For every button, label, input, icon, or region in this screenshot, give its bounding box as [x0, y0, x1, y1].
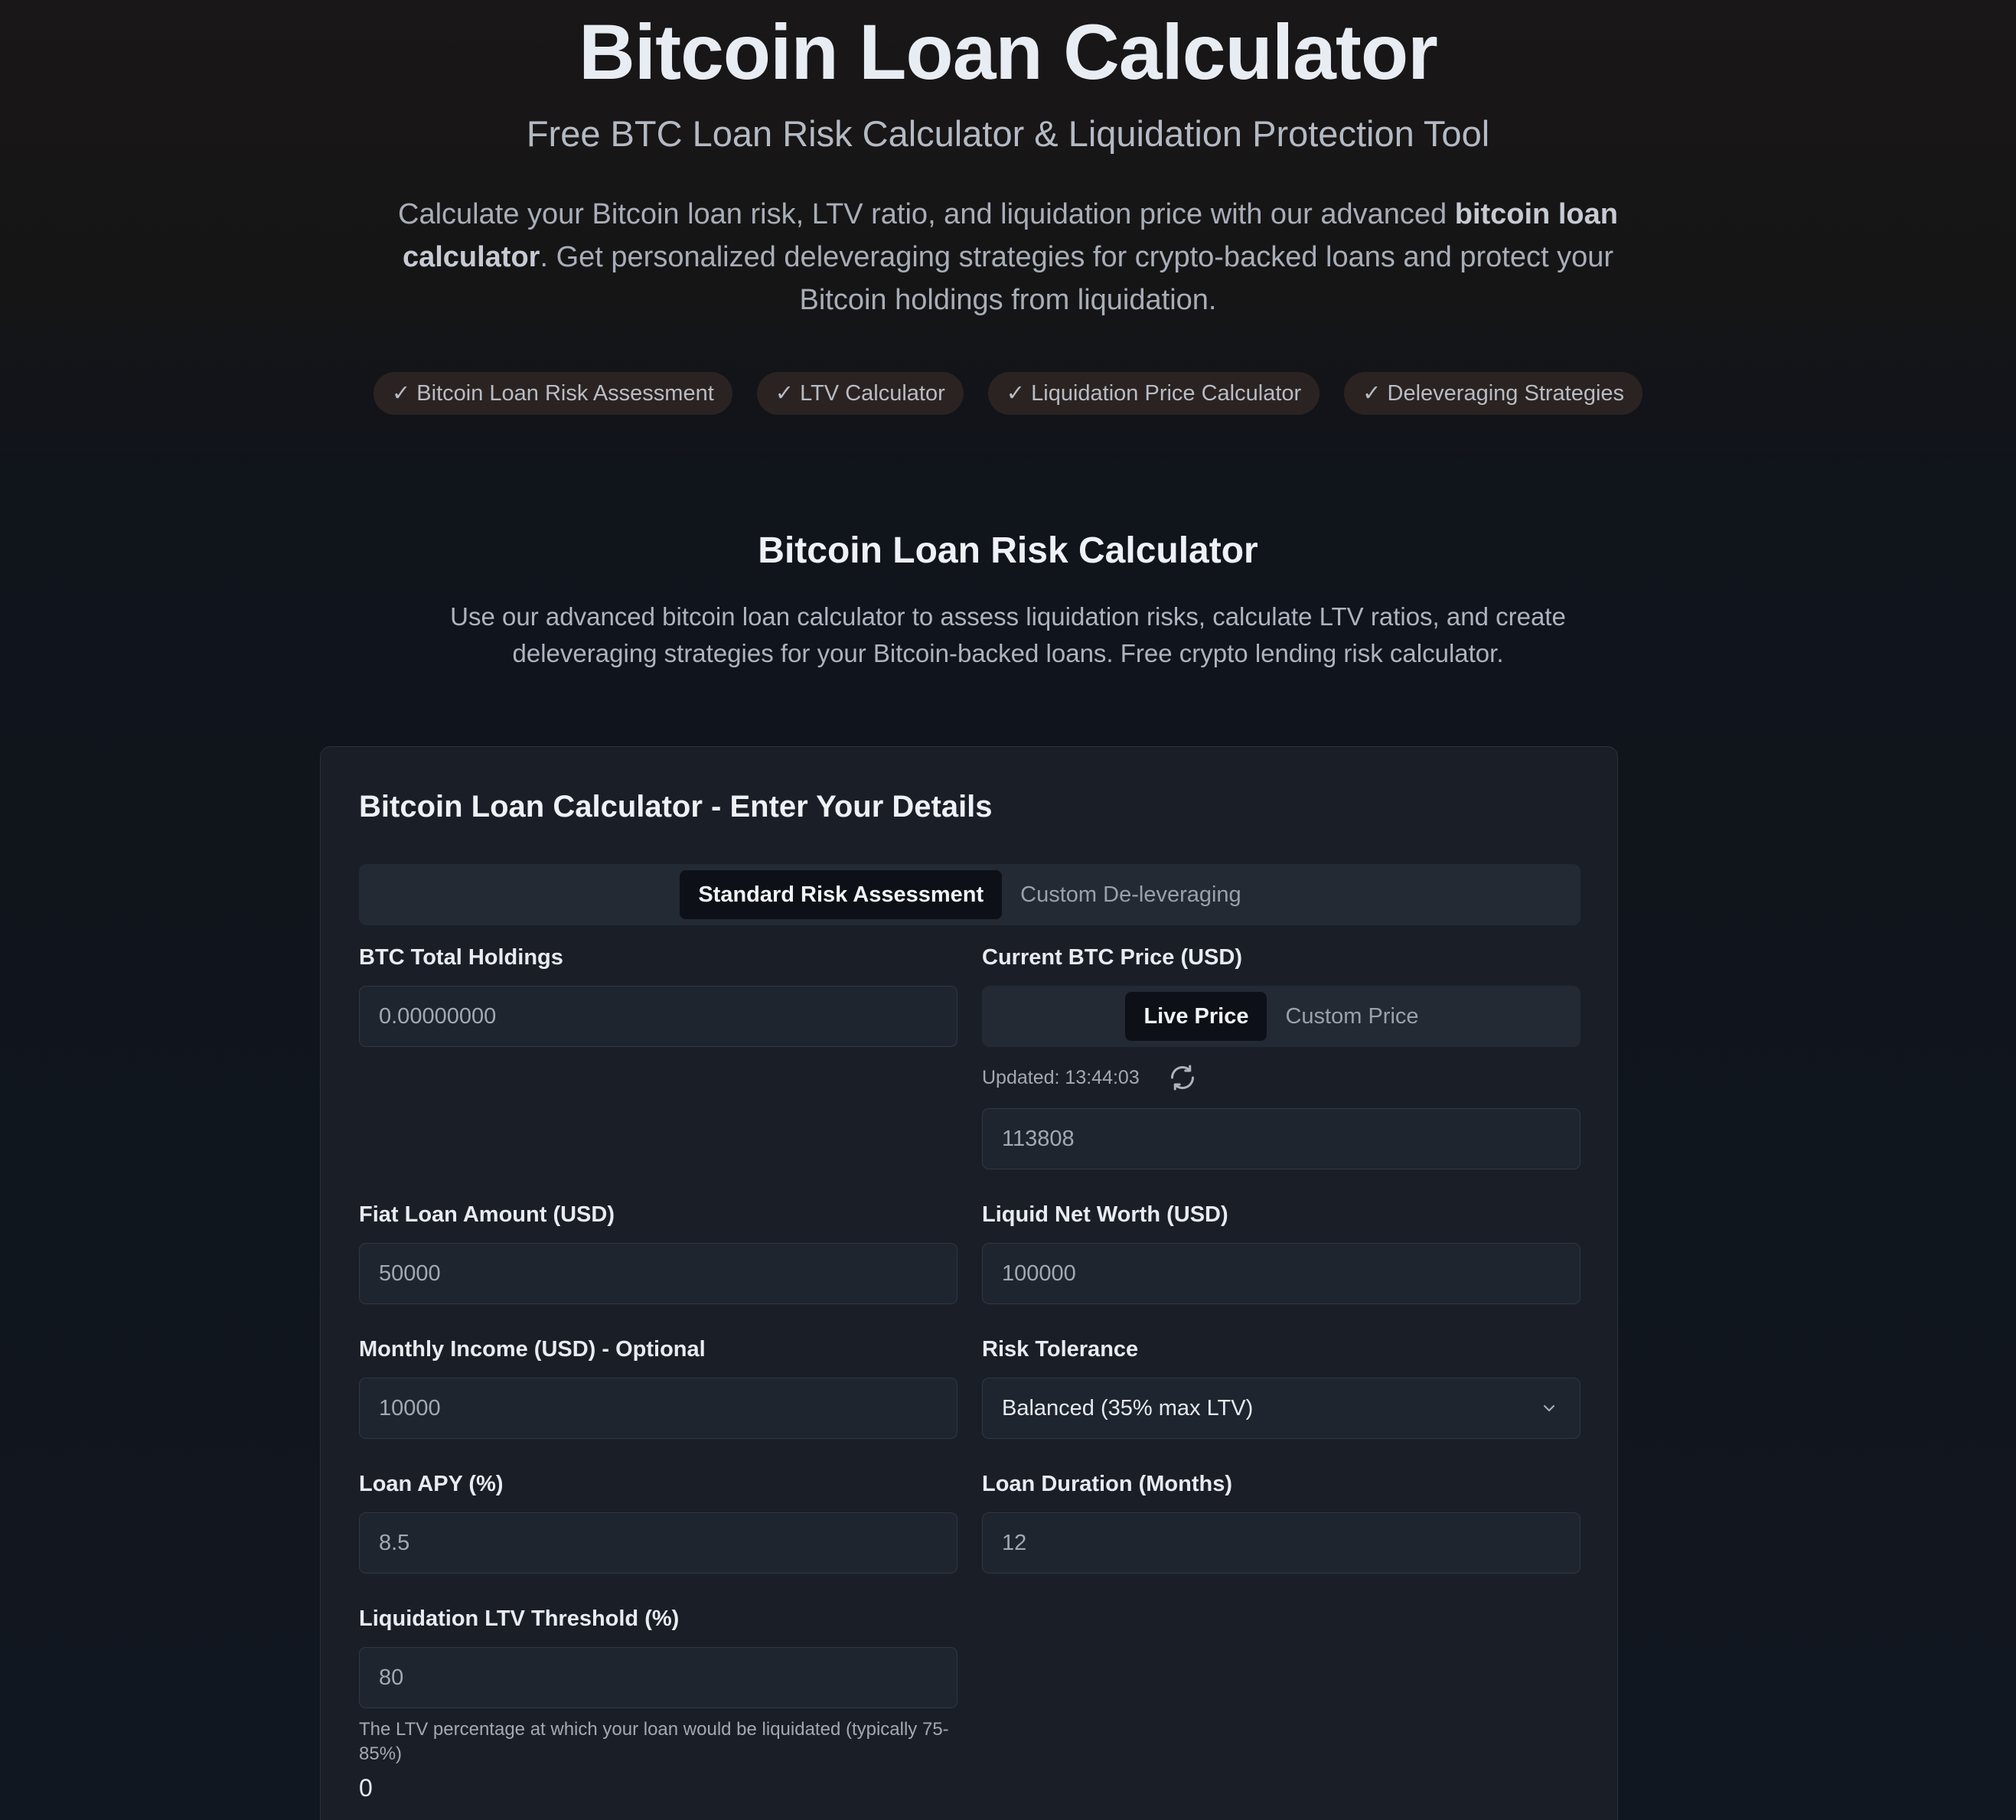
net-worth-label: Liquid Net Worth (USD): [982, 1202, 1228, 1227]
feature-badge-risk: ✓ Bitcoin Loan Risk Assessment: [373, 372, 732, 415]
hero-description: Calculate your Bitcoin loan risk, LTV ra…: [375, 193, 1641, 321]
risk-tolerance-select[interactable]: Balanced (35% max LTV): [982, 1378, 1581, 1439]
loan-apy-input[interactable]: 8.5: [359, 1512, 957, 1574]
risk-tolerance-value: Balanced (35% max LTV): [1002, 1396, 1254, 1420]
btc-price-label: Current BTC Price (USD): [982, 945, 1242, 970]
section-description: Use our advanced bitcoin loan calculator…: [450, 602, 1566, 667]
price-updated-time: Updated: 13:44:03: [982, 1067, 1140, 1088]
liquidation-ltv-label: Liquidation LTV Threshold (%): [359, 1606, 680, 1631]
fiat-loan-label: Fiat Loan Amount (USD): [359, 1202, 615, 1227]
loan-duration-input[interactable]: 12: [982, 1512, 1581, 1574]
liquidation-ltv-value: 0: [359, 1774, 373, 1802]
chevron-down-icon: [1544, 1405, 1554, 1411]
refresh-icon[interactable]: [1169, 1064, 1196, 1091]
form-title: Bitcoin Loan Calculator - Enter Your Det…: [359, 790, 993, 824]
price-source-tabs: Live Price Custom Price: [982, 986, 1581, 1047]
calculator-card: Bitcoin Loan Calculator - Enter Your Det…: [320, 746, 1618, 1820]
tab-standard-risk[interactable]: Standard Risk Assessment: [680, 870, 1003, 919]
hero-description-text: Calculate your Bitcoin loan risk, LTV ra…: [398, 198, 1455, 230]
risk-tolerance-label: Risk Tolerance: [982, 1337, 1139, 1362]
section-title: Bitcoin Loan Risk Calculator: [758, 530, 1258, 571]
liquidation-ltv-input[interactable]: 80: [359, 1647, 957, 1708]
monthly-income-label: Monthly Income (USD) - Optional: [359, 1337, 706, 1362]
feature-badge-deleveraging: ✓ Deleveraging Strategies: [1344, 372, 1643, 415]
btc-price-input[interactable]: 113808: [982, 1108, 1581, 1169]
mode-tabs: Standard Risk Assessment Custom De-lever…: [359, 864, 1581, 925]
feature-badge-ltv: ✓ LTV Calculator: [756, 372, 964, 415]
tab-custom-deleveraging[interactable]: Custom De-leveraging: [1002, 870, 1260, 919]
monthly-income-input[interactable]: 10000: [359, 1378, 957, 1439]
tab-live-price[interactable]: Live Price: [1125, 992, 1267, 1041]
feature-badges: ✓ Bitcoin Loan Risk Assessment ✓ LTV Cal…: [0, 372, 2016, 415]
tab-custom-price[interactable]: Custom Price: [1267, 992, 1437, 1041]
loan-apy-label: Loan APY (%): [359, 1472, 504, 1496]
liquidation-ltv-help: The LTV percentage at which your loan wo…: [359, 1719, 949, 1764]
hero-description-text-end: . Get personalized deleveraging strategi…: [540, 241, 1614, 316]
page-subtitle: Free BTC Loan Risk Calculator & Liquidat…: [526, 113, 1490, 154]
page: Bitcoin Loan Calculator Free BTC Loan Ri…: [0, 0, 2016, 1820]
net-worth-input[interactable]: 100000: [982, 1243, 1581, 1304]
btc-holdings-label: BTC Total Holdings: [359, 945, 563, 970]
feature-badge-liquidation: ✓ Liquidation Price Calculator: [987, 372, 1320, 415]
loan-duration-label: Loan Duration (Months): [982, 1472, 1233, 1496]
page-title: Bitcoin Loan Calculator: [579, 8, 1438, 96]
fiat-loan-input[interactable]: 50000: [359, 1243, 957, 1304]
btc-holdings-input[interactable]: 0.00000000: [359, 986, 957, 1047]
